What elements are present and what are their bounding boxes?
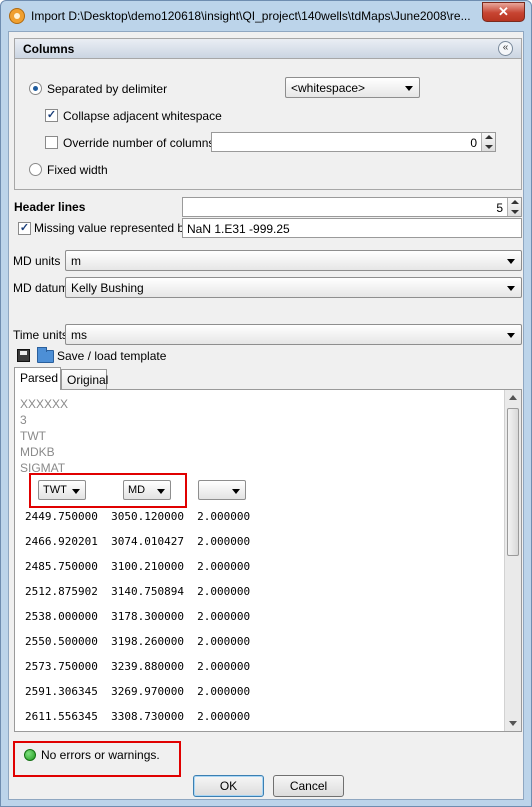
- scroll-up-arrow-icon[interactable]: [509, 395, 517, 400]
- preview-header-line: MDKB: [20, 445, 55, 459]
- header-lines-label: Header lines: [14, 200, 86, 214]
- header-lines-value: 5: [496, 201, 503, 215]
- separated-by-delimiter-label: Separated by delimiter: [47, 82, 168, 96]
- missing-value-text: NaN 1.E31 -999.25: [187, 222, 290, 236]
- columns-group-header[interactable]: Columns «: [15, 39, 521, 59]
- override-columns-value: 0: [470, 136, 477, 150]
- column-type-value: TWT: [43, 484, 67, 496]
- chevron-down-icon: [507, 259, 515, 264]
- tab-original[interactable]: Original: [61, 369, 109, 390]
- save-template-icon[interactable]: [17, 349, 30, 362]
- delimiter-select[interactable]: <whitespace>: [285, 77, 420, 98]
- override-columns-checkbox[interactable]: [45, 136, 58, 149]
- md-datum-label: MD datum: [13, 281, 69, 295]
- md-datum-value: Kelly Bushing: [71, 281, 144, 295]
- data-row: 2466.920201 3074.010427 2.000000: [25, 535, 251, 548]
- data-row: 2573.750000 3239.880000 2.000000: [25, 660, 251, 673]
- chevron-down-icon: [507, 333, 515, 338]
- chevron-down-icon: [507, 286, 515, 291]
- time-units-select[interactable]: ms: [65, 324, 522, 345]
- md-units-label: MD units: [13, 254, 61, 268]
- columns-group-title: Columns: [23, 42, 75, 56]
- fixed-width-label: Fixed width: [47, 163, 108, 177]
- tab-parsed-label: Parsed: [20, 371, 59, 385]
- override-columns-label: Override number of columns: [63, 136, 215, 150]
- collapse-whitespace-label: Collapse adjacent whitespace: [63, 109, 222, 123]
- separated-by-delimiter-radio[interactable]: [29, 82, 42, 95]
- column-type-select[interactable]: TWT: [38, 480, 86, 500]
- preview-scrollbar[interactable]: [504, 390, 521, 731]
- column-type-select[interactable]: MD: [123, 480, 171, 500]
- missing-value-checkbox[interactable]: ✓: [18, 222, 31, 235]
- missing-value-input[interactable]: NaN 1.E31 -999.25: [182, 218, 522, 238]
- data-row: 2512.875902 3140.750894 2.000000: [25, 585, 251, 598]
- preview-header-line: TWT: [20, 429, 46, 443]
- spinner-arrows-icon[interactable]: [481, 133, 495, 151]
- missing-value-label: Missing value represented by: [34, 221, 191, 235]
- close-button[interactable]: ✕: [482, 2, 525, 22]
- dialog-client-area: Columns « Separated by delimiter <whites…: [8, 31, 524, 800]
- column-type-select[interactable]: [198, 480, 246, 500]
- scrollbar-thumb[interactable]: [507, 408, 519, 556]
- header-lines-spinbox[interactable]: 5: [182, 197, 522, 217]
- time-units-label: Time units: [13, 328, 68, 342]
- load-template-icon[interactable]: [37, 347, 54, 363]
- preview-header-line: XXXXXX: [20, 397, 69, 411]
- time-units-value: ms: [71, 328, 87, 342]
- delimiter-select-value: <whitespace>: [291, 81, 366, 95]
- scroll-down-arrow-icon[interactable]: [509, 721, 517, 726]
- chevron-down-icon: [157, 489, 165, 494]
- import-dialog-window: Import D:\Desktop\demo120618\insight\QI_…: [0, 0, 532, 807]
- override-columns-spinbox[interactable]: 0: [211, 132, 496, 152]
- data-row: 2591.306345 3269.970000 2.000000: [25, 685, 251, 698]
- data-row: 2550.500000 3198.260000 2.000000: [25, 635, 251, 648]
- window-title: Import D:\Desktop\demo120618\insight\QI_…: [31, 9, 471, 23]
- app-icon: [9, 8, 25, 24]
- tab-original-label: Original: [67, 373, 109, 387]
- cancel-button[interactable]: Cancel: [273, 775, 344, 797]
- data-row: 2538.000000 3178.300000 2.000000: [25, 610, 251, 623]
- fixed-width-radio[interactable]: [29, 163, 42, 176]
- data-row: 2611.556345 3308.730000 2.000000: [25, 710, 251, 723]
- collapse-chevron-icon[interactable]: «: [498, 41, 513, 56]
- data-row: 2485.750000 3100.210000 2.000000: [25, 560, 251, 573]
- column-type-value: MD: [128, 484, 146, 496]
- status-ok-icon: [24, 749, 36, 761]
- chevron-down-icon: [405, 86, 413, 91]
- spinner-arrows-icon[interactable]: [507, 198, 521, 216]
- data-row: 2449.750000 3050.120000 2.000000: [25, 510, 251, 523]
- template-label: Save / load template: [57, 349, 167, 363]
- preview-header-line: 3: [20, 413, 27, 427]
- chevron-down-icon: [72, 489, 80, 494]
- md-datum-select[interactable]: Kelly Bushing: [65, 277, 522, 298]
- status-text: No errors or warnings.: [41, 748, 160, 762]
- ok-button[interactable]: OK: [193, 775, 264, 797]
- collapse-whitespace-checkbox[interactable]: ✓: [45, 109, 58, 122]
- columns-group: Columns « Separated by delimiter <whites…: [14, 38, 522, 190]
- md-units-value: m: [71, 254, 81, 268]
- title-bar[interactable]: Import D:\Desktop\demo120618\insight\QI_…: [1, 1, 531, 31]
- tab-parsed[interactable]: Parsed: [14, 367, 61, 390]
- parsed-preview[interactable]: XXXXXX 3 TWT MDKB SIGMAT TWT MD 2449.750…: [14, 389, 522, 732]
- md-units-select[interactable]: m: [65, 250, 522, 271]
- chevron-down-icon: [232, 489, 240, 494]
